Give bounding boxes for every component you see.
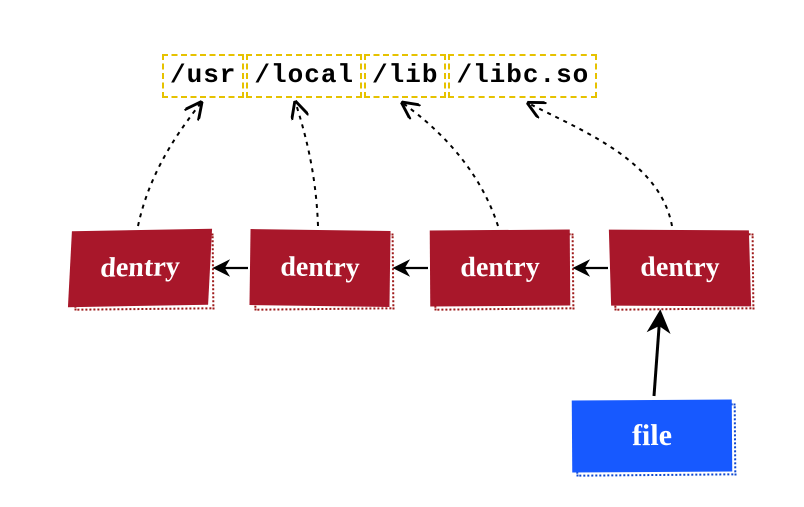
dentry-node: dentry [610,230,750,306]
dentry-node: dentry [70,230,210,306]
dentry-row: dentry dentry dentry dentry [70,230,750,306]
arrow-dentry-to-path [296,104,318,226]
diagram-canvas: /usr /local /lib /libc.so dentry dentry … [0,0,804,507]
dentry-node: dentry [430,230,570,306]
arrow-file-to-dentry [654,314,660,396]
arrow-dentry-to-path [404,104,498,226]
arrow-dentry-to-path [138,104,200,226]
path-segments-row: /usr /local /lib /libc.so [162,54,597,98]
arrow-dentry-to-path [530,104,672,226]
dentry-node: dentry [250,230,390,306]
file-node: file [572,400,732,472]
path-segment: /usr [162,54,244,98]
file-label: file [632,419,672,453]
dentry-label: dentry [280,251,360,284]
path-segment: /lib [364,54,446,98]
path-segment: /local [246,54,362,98]
dentry-label: dentry [640,252,720,284]
path-segment: /libc.so [448,54,597,98]
dentry-label: dentry [99,251,180,284]
dentry-label: dentry [460,252,540,285]
